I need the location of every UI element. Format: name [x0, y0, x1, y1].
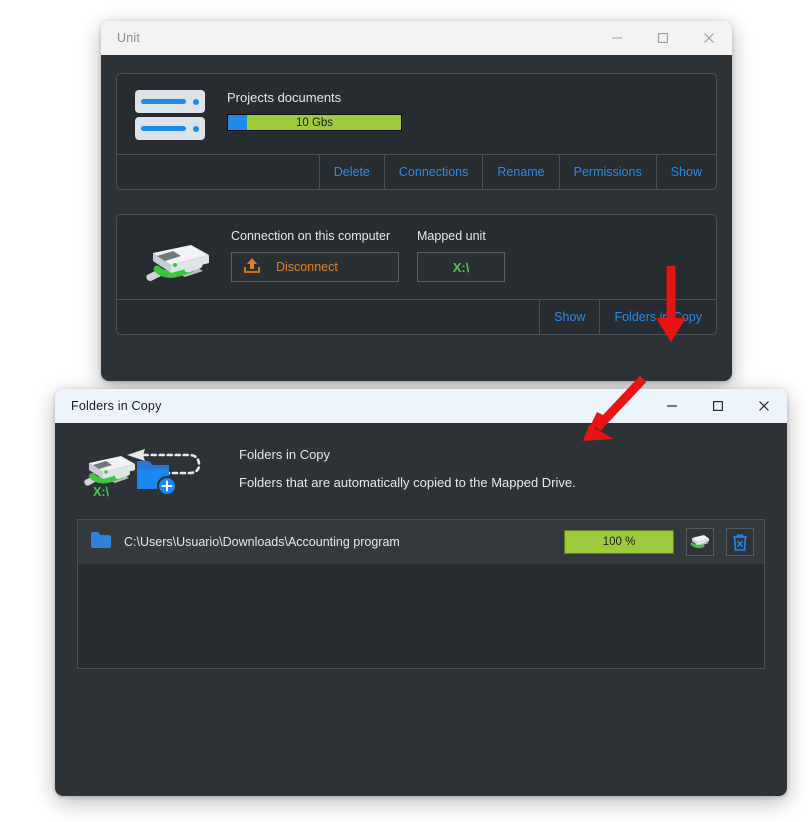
- action-button-show[interactable]: Show: [655, 155, 716, 189]
- connection-labels: Connection on this computer Mapped unit: [231, 229, 505, 243]
- folders-description: Folders that are automatically copied to…: [239, 475, 576, 490]
- disconnect-button[interactable]: Disconnect: [231, 252, 399, 282]
- eject-icon: [242, 256, 262, 279]
- action-button-show[interactable]: Show: [539, 300, 599, 334]
- action-button-permissions[interactable]: Permissions: [558, 155, 656, 189]
- action-button-connections[interactable]: Connections: [383, 155, 483, 189]
- folders-header-texts: Folders in Copy Folders that are automat…: [239, 441, 576, 490]
- action-button-delete[interactable]: Delete: [318, 155, 384, 189]
- copy-illustration: X:\: [77, 441, 217, 503]
- folders-window-titlebar[interactable]: Folders in Copy: [55, 389, 787, 423]
- folders-header: X:\ Folders in Copy Folders that are aut…: [55, 423, 787, 513]
- unit-window: Unit Projects documents 10 Gbs Delete Co…: [101, 21, 732, 381]
- delete-folder-button[interactable]: [726, 528, 754, 556]
- table-row[interactable]: C:\Users\Usuario\Downloads\Accounting pr…: [78, 520, 764, 564]
- folders-window-title: Folders in Copy: [71, 399, 162, 413]
- unit-info: Projects documents 10 Gbs: [227, 90, 402, 131]
- folders-in-copy-window: Folders in Copy X:\ Folders in Copy Fold…: [55, 389, 787, 796]
- disconnect-label: Disconnect: [276, 260, 338, 274]
- folder-icon: [90, 531, 112, 554]
- drive-letter-label: X:\: [93, 485, 109, 499]
- unit-card-content: Projects documents 10 Gbs: [117, 74, 716, 154]
- unit-card: Projects documents 10 Gbs Delete Connecti…: [116, 73, 717, 190]
- unit-window-controls: [594, 21, 732, 55]
- minimize-button[interactable]: [649, 389, 695, 423]
- unit-name: Projects documents: [227, 90, 342, 105]
- maximize-button[interactable]: [695, 389, 741, 423]
- folders-heading: Folders in Copy: [239, 447, 331, 462]
- minimize-button[interactable]: [594, 21, 640, 55]
- folders-window-controls: [649, 389, 787, 423]
- mapped-unit-label: Mapped unit: [417, 229, 486, 243]
- drive-copy-button[interactable]: [686, 528, 714, 556]
- unit-window-title: Unit: [117, 31, 141, 45]
- action-button-rename[interactable]: Rename: [482, 155, 558, 189]
- action-button-folders-in-copy[interactable]: Folders in Copy: [599, 300, 716, 334]
- screen: Unit Projects documents 10 Gbs Delete Co…: [0, 0, 808, 822]
- connection-controls: Disconnect X:\: [231, 252, 505, 282]
- close-button[interactable]: [686, 21, 732, 55]
- copy-progress-bar: 100 %: [564, 530, 674, 554]
- connection-card-content: Connection on this computer Mapped unit: [117, 215, 716, 299]
- unit-usage-bar: 10 Gbs: [227, 114, 402, 131]
- unit-card-actions: Delete Connections Rename Permissions Show: [117, 154, 716, 189]
- connection-info: Connection on this computer Mapped unit: [231, 229, 505, 282]
- usage-label: 10 Gbs: [295, 116, 334, 129]
- mapped-unit-button[interactable]: X:\: [417, 252, 505, 282]
- folders-window-body: X:\ Folders in Copy Folders that are aut…: [55, 423, 787, 796]
- connection-label: Connection on this computer: [231, 229, 391, 243]
- maximize-button[interactable]: [640, 21, 686, 55]
- mapped-unit-value: X:\: [452, 259, 470, 275]
- folders-list: C:\Users\Usuario\Downloads\Accounting pr…: [78, 520, 764, 564]
- folders-list-panel[interactable]: C:\Users\Usuario\Downloads\Accounting pr…: [77, 519, 765, 669]
- connection-card: Connection on this computer Mapped unit: [116, 214, 717, 335]
- close-button[interactable]: [741, 389, 787, 423]
- unit-window-body: Projects documents 10 Gbs Delete Connecti…: [101, 55, 732, 381]
- connection-card-actions: Show Folders in Copy: [117, 299, 716, 334]
- server-icon: [135, 90, 205, 140]
- unit-window-titlebar[interactable]: Unit: [101, 21, 732, 55]
- folder-path: C:\Users\Usuario\Downloads\Accounting pr…: [124, 535, 400, 549]
- network-drive-icon: [135, 229, 213, 285]
